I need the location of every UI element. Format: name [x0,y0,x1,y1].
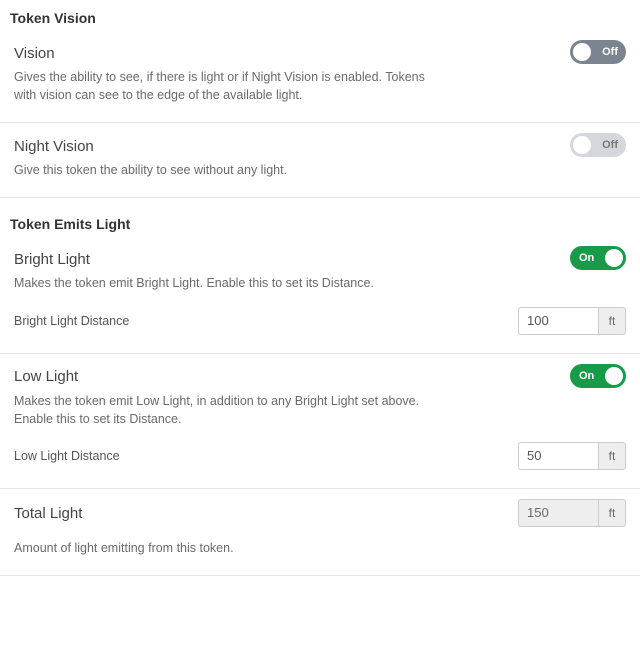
total-light-description: Amount of light emitting from this token… [14,539,434,557]
night-vision-label: Night Vision [14,134,94,157]
toggle-knob [605,249,623,267]
bright-light-toggle-state: On [579,246,594,270]
bright-light-toggle[interactable]: On [570,246,626,270]
bright-light-distance-group: ft [518,307,626,335]
low-light-distance-group: ft [518,442,626,470]
total-light-value [518,499,598,527]
bright-light-distance-label: Bright Light Distance [14,314,129,328]
vision-toggle-state: Off [602,40,618,64]
night-vision-toggle[interactable]: Off [570,133,626,157]
low-light-distance-label: Low Light Distance [14,449,120,463]
section-total-light: Total Light ft Amount of light emitting … [0,489,640,576]
bright-light-distance-input[interactable] [518,307,598,335]
group-title-token-vision: Token Vision [0,0,640,30]
low-light-distance-input[interactable] [518,442,598,470]
night-vision-toggle-state: Off [602,133,618,157]
bright-light-distance-unit: ft [598,307,626,335]
bright-light-description: Makes the token emit Bright Light. Enabl… [14,274,434,292]
section-bright-light: Bright Light On Makes the token emit Bri… [0,236,640,353]
group-title-token-emits-light: Token Emits Light [0,198,640,236]
vision-toggle[interactable]: Off [570,40,626,64]
toggle-knob [605,367,623,385]
low-light-toggle[interactable]: On [570,364,626,388]
vision-label: Vision [14,41,55,64]
night-vision-description: Give this token the ability to see witho… [14,161,434,179]
section-vision: Vision Off Gives the ability to see, if … [0,30,640,123]
low-light-toggle-state: On [579,364,594,388]
low-light-label: Low Light [14,364,78,387]
low-light-distance-unit: ft [598,442,626,470]
toggle-knob [573,136,591,154]
low-light-description: Makes the token emit Low Light, in addit… [14,392,434,428]
toggle-knob [573,43,591,61]
total-light-label: Total Light [14,501,82,524]
bright-light-label: Bright Light [14,247,90,270]
total-light-unit: ft [598,499,626,527]
vision-description: Gives the ability to see, if there is li… [14,68,434,104]
section-low-light: Low Light On Makes the token emit Low Li… [0,354,640,489]
total-light-group: ft [518,499,626,527]
section-night-vision: Night Vision Off Give this token the abi… [0,123,640,198]
